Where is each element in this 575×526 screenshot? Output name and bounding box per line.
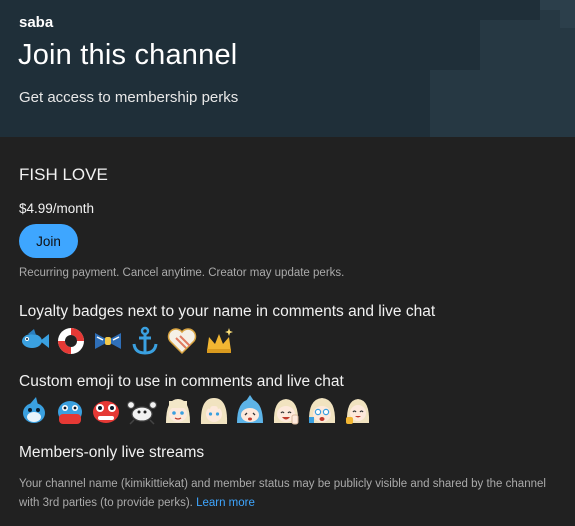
shark-crying-emoji-icon — [93, 401, 119, 423]
privacy-notice: Your channel name (kimikittiekat) and me… — [19, 475, 559, 513]
shark-emoji-icon — [23, 397, 45, 423]
heart-badge-icon — [167, 328, 197, 355]
tier-price: $4.99/month — [19, 201, 95, 216]
streams-heading: Members-only live streams — [19, 444, 205, 461]
shark-hood-emoji-icon — [237, 395, 263, 423]
girl-peace-emoji-icon — [273, 399, 299, 425]
bow-tie-badge-icon — [95, 333, 121, 349]
channel-header: saba Join this channel Get access to mem… — [0, 0, 575, 137]
anchor-badge-icon — [132, 326, 158, 355]
badges-row — [18, 325, 235, 357]
badges-heading: Loyalty badges next to your name in comm… — [19, 303, 436, 320]
privacy-notice-text: Your channel name (kimikittiekat) and me… — [19, 478, 546, 509]
page-title: Join this channel — [18, 39, 238, 71]
shark-hug-emoji-icon — [58, 401, 82, 424]
fish-badge-icon — [22, 329, 49, 348]
lifebuoy-badge-icon — [58, 328, 84, 354]
channel-name: saba — [19, 14, 54, 31]
recurring-note: Recurring payment. Cancel anytime. Creat… — [19, 267, 345, 279]
emoji-row — [18, 395, 374, 427]
girl-hair-emoji-icon — [200, 398, 228, 424]
emoji-heading: Custom emoji to use in comments and live… — [19, 373, 344, 390]
learn-more-link[interactable]: Learn more — [196, 497, 255, 509]
girl-thumbsup-emoji-icon — [346, 399, 370, 424]
crab-emoji-icon — [126, 400, 158, 425]
page-subtitle: Get access to membership perks — [19, 89, 239, 106]
tier-name: FISH LOVE — [19, 165, 108, 184]
crown-badge-icon — [207, 328, 233, 353]
join-button[interactable]: Join — [19, 224, 78, 258]
girl-shocked-emoji-icon — [308, 398, 336, 423]
girl-smile-emoji-icon — [166, 399, 190, 423]
